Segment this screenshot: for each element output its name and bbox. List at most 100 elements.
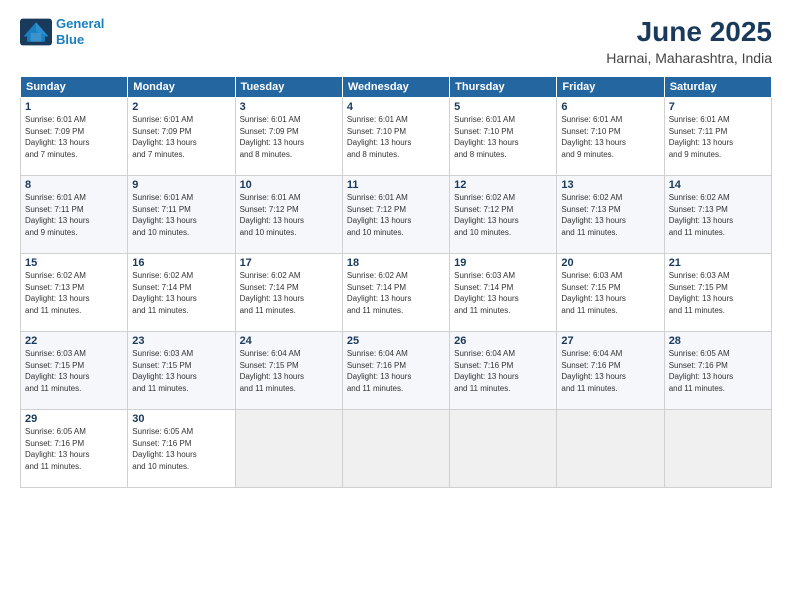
day-info: Sunrise: 6:02 AM Sunset: 7:14 PM Dayligh…: [347, 270, 445, 316]
calendar-cell: 18Sunrise: 6:02 AM Sunset: 7:14 PM Dayli…: [342, 254, 449, 332]
day-info: Sunrise: 6:01 AM Sunset: 7:10 PM Dayligh…: [561, 114, 659, 160]
day-number: 1: [25, 101, 123, 113]
day-number: 22: [25, 335, 123, 347]
weekday-header-monday: Monday: [128, 77, 235, 98]
weekday-header-thursday: Thursday: [450, 77, 557, 98]
calendar-cell: 21Sunrise: 6:03 AM Sunset: 7:15 PM Dayli…: [664, 254, 771, 332]
calendar-week-2: 8Sunrise: 6:01 AM Sunset: 7:11 PM Daylig…: [21, 176, 772, 254]
day-info: Sunrise: 6:04 AM Sunset: 7:16 PM Dayligh…: [454, 348, 552, 394]
calendar-cell: 9Sunrise: 6:01 AM Sunset: 7:11 PM Daylig…: [128, 176, 235, 254]
day-number: 15: [25, 257, 123, 269]
calendar-cell: 6Sunrise: 6:01 AM Sunset: 7:10 PM Daylig…: [557, 98, 664, 176]
day-info: Sunrise: 6:01 AM Sunset: 7:12 PM Dayligh…: [240, 192, 338, 238]
calendar-cell: 20Sunrise: 6:03 AM Sunset: 7:15 PM Dayli…: [557, 254, 664, 332]
calendar-cell: 28Sunrise: 6:05 AM Sunset: 7:16 PM Dayli…: [664, 332, 771, 410]
day-number: 6: [561, 101, 659, 113]
calendar-subtitle: Harnai, Maharashtra, India: [606, 50, 772, 66]
calendar-cell: 16Sunrise: 6:02 AM Sunset: 7:14 PM Dayli…: [128, 254, 235, 332]
calendar-cell: 1Sunrise: 6:01 AM Sunset: 7:09 PM Daylig…: [21, 98, 128, 176]
calendar-cell: 2Sunrise: 6:01 AM Sunset: 7:09 PM Daylig…: [128, 98, 235, 176]
calendar-cell: [450, 410, 557, 488]
calendar-cell: [342, 410, 449, 488]
day-number: 16: [132, 257, 230, 269]
weekday-row: SundayMondayTuesdayWednesdayThursdayFrid…: [21, 77, 772, 98]
calendar-cell: 26Sunrise: 6:04 AM Sunset: 7:16 PM Dayli…: [450, 332, 557, 410]
calendar-cell: 19Sunrise: 6:03 AM Sunset: 7:14 PM Dayli…: [450, 254, 557, 332]
day-number: 25: [347, 335, 445, 347]
day-info: Sunrise: 6:03 AM Sunset: 7:15 PM Dayligh…: [669, 270, 767, 316]
day-number: 23: [132, 335, 230, 347]
day-info: Sunrise: 6:05 AM Sunset: 7:16 PM Dayligh…: [669, 348, 767, 394]
day-number: 20: [561, 257, 659, 269]
day-info: Sunrise: 6:04 AM Sunset: 7:16 PM Dayligh…: [347, 348, 445, 394]
day-info: Sunrise: 6:04 AM Sunset: 7:15 PM Dayligh…: [240, 348, 338, 394]
day-info: Sunrise: 6:01 AM Sunset: 7:10 PM Dayligh…: [454, 114, 552, 160]
day-info: Sunrise: 6:01 AM Sunset: 7:12 PM Dayligh…: [347, 192, 445, 238]
day-info: Sunrise: 6:03 AM Sunset: 7:15 PM Dayligh…: [132, 348, 230, 394]
logo: General Blue: [20, 16, 104, 47]
day-info: Sunrise: 6:05 AM Sunset: 7:16 PM Dayligh…: [132, 426, 230, 472]
calendar-week-4: 22 Sunrise: 6:03 AM Sunset: 7:15 PM Dayli…: [21, 332, 772, 410]
calendar-cell: 3Sunrise: 6:01 AM Sunset: 7:09 PM Daylig…: [235, 98, 342, 176]
weekday-header-saturday: Saturday: [664, 77, 771, 98]
logo-general: General: [56, 16, 104, 31]
page: General Blue June 2025 Harnai, Maharasht…: [0, 0, 792, 612]
day-info: Sunrise: 6:02 AM Sunset: 7:14 PM Dayligh…: [240, 270, 338, 316]
day-info: Sunrise: 6:03 AM Sunset: 7:15 PM Dayligh…: [561, 270, 659, 316]
calendar-cell: 7Sunrise: 6:01 AM Sunset: 7:11 PM Daylig…: [664, 98, 771, 176]
day-info: Sunrise: 6:03 AM Sunset: 7:14 PM Dayligh…: [454, 270, 552, 316]
day-info: Sunrise: 6:01 AM Sunset: 7:11 PM Dayligh…: [132, 192, 230, 238]
weekday-header-wednesday: Wednesday: [342, 77, 449, 98]
day-number: 29: [25, 413, 123, 425]
day-info: Sunrise: 6:05 AM Sunset: 7:16 PM Dayligh…: [25, 426, 123, 472]
day-info: Sunrise: 6:02 AM Sunset: 7:13 PM Dayligh…: [669, 192, 767, 238]
calendar-body: 1Sunrise: 6:01 AM Sunset: 7:09 PM Daylig…: [21, 98, 772, 488]
day-number: 13: [561, 179, 659, 191]
day-info: Sunrise: 6:02 AM Sunset: 7:14 PM Dayligh…: [132, 270, 230, 316]
calendar-cell: [235, 410, 342, 488]
calendar-cell: 25Sunrise: 6:04 AM Sunset: 7:16 PM Dayli…: [342, 332, 449, 410]
calendar-cell: 13Sunrise: 6:02 AM Sunset: 7:13 PM Dayli…: [557, 176, 664, 254]
day-number: 19: [454, 257, 552, 269]
calendar-cell: 17Sunrise: 6:02 AM Sunset: 7:14 PM Dayli…: [235, 254, 342, 332]
calendar-week-1: 1Sunrise: 6:01 AM Sunset: 7:09 PM Daylig…: [21, 98, 772, 176]
calendar-header: SundayMondayTuesdayWednesdayThursdayFrid…: [21, 77, 772, 98]
calendar-cell: 23Sunrise: 6:03 AM Sunset: 7:15 PM Dayli…: [128, 332, 235, 410]
calendar-table: SundayMondayTuesdayWednesdayThursdayFrid…: [20, 76, 772, 488]
day-number: 7: [669, 101, 767, 113]
logo-icon: [20, 18, 52, 46]
weekday-header-sunday: Sunday: [21, 77, 128, 98]
day-number: 24: [240, 335, 338, 347]
day-info: Sunrise: 6:01 AM Sunset: 7:11 PM Dayligh…: [669, 114, 767, 160]
calendar-cell: 8Sunrise: 6:01 AM Sunset: 7:11 PM Daylig…: [21, 176, 128, 254]
calendar-cell: 14Sunrise: 6:02 AM Sunset: 7:13 PM Dayli…: [664, 176, 771, 254]
logo-text: General Blue: [56, 16, 104, 47]
day-number: 11: [347, 179, 445, 191]
weekday-header-tuesday: Tuesday: [235, 77, 342, 98]
calendar-title: June 2025: [606, 16, 772, 48]
day-number: 14: [669, 179, 767, 191]
day-info: Sunrise: 6:01 AM Sunset: 7:09 PM Dayligh…: [25, 114, 123, 160]
logo-blue: Blue: [56, 32, 84, 47]
day-number: 9: [132, 179, 230, 191]
day-number: 17: [240, 257, 338, 269]
calendar-cell: 30Sunrise: 6:05 AM Sunset: 7:16 PM Dayli…: [128, 410, 235, 488]
day-info: Sunrise: 6:02 AM Sunset: 7:13 PM Dayligh…: [25, 270, 123, 316]
day-number: 30: [132, 413, 230, 425]
day-number: 5: [454, 101, 552, 113]
calendar-cell: [557, 410, 664, 488]
day-number: 18: [347, 257, 445, 269]
calendar-cell: 29Sunrise: 6:05 AM Sunset: 7:16 PM Dayli…: [21, 410, 128, 488]
calendar-cell: 10Sunrise: 6:01 AM Sunset: 7:12 PM Dayli…: [235, 176, 342, 254]
day-number: 26: [454, 335, 552, 347]
weekday-header-friday: Friday: [557, 77, 664, 98]
calendar-cell: 5Sunrise: 6:01 AM Sunset: 7:10 PM Daylig…: [450, 98, 557, 176]
day-info: Sunrise: 6:02 AM Sunset: 7:13 PM Dayligh…: [561, 192, 659, 238]
calendar-cell: [664, 410, 771, 488]
day-info: Sunrise: 6:01 AM Sunset: 7:10 PM Dayligh…: [347, 114, 445, 160]
day-number: 28: [669, 335, 767, 347]
calendar-cell: 11Sunrise: 6:01 AM Sunset: 7:12 PM Dayli…: [342, 176, 449, 254]
calendar-cell: 12Sunrise: 6:02 AM Sunset: 7:12 PM Dayli…: [450, 176, 557, 254]
calendar-cell: 22Sunrise: 6:03 AM Sunset: 7:15 PM Dayli…: [21, 332, 128, 410]
day-number: 3: [240, 101, 338, 113]
